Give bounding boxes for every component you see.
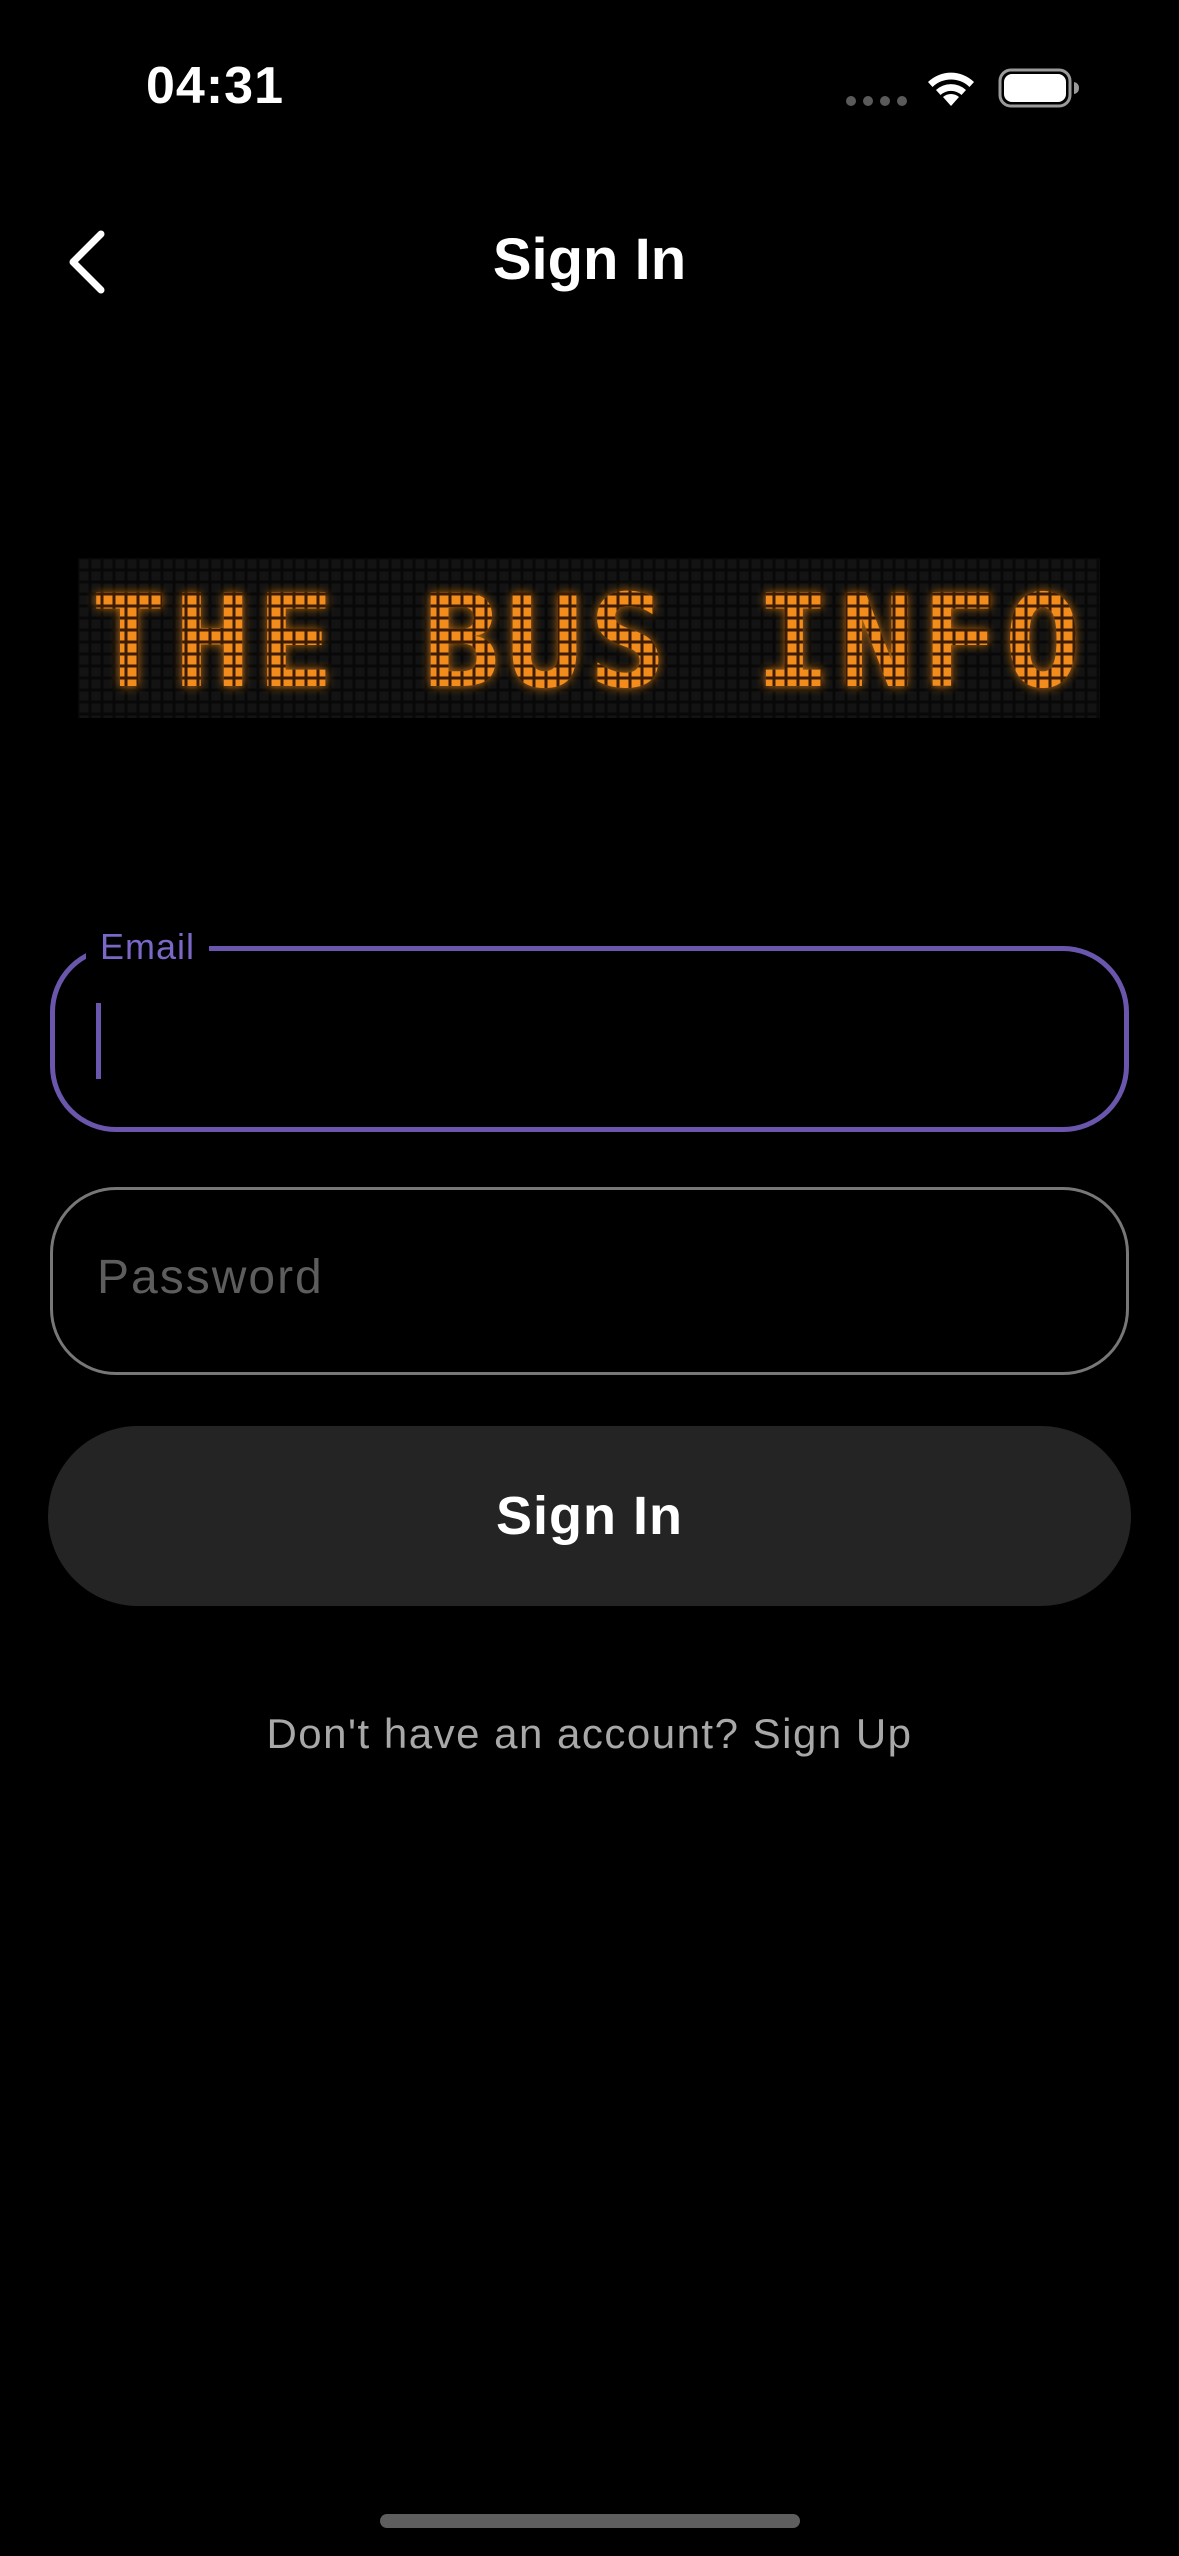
password-placeholder: Password [97, 1251, 324, 1304]
wifi-icon [928, 72, 974, 106]
status-bar: 04:31 [0, 0, 1179, 170]
page-title: Sign In [492, 227, 687, 292]
status-time: 04:31 [146, 57, 284, 115]
battery-icon [998, 68, 1079, 108]
sign-in-button[interactable]: Sign In [48, 1426, 1131, 1606]
sign-in-button-label: Sign In [496, 1486, 683, 1546]
email-field[interactable] [50, 946, 1129, 1132]
cellular-signal-icon [846, 96, 907, 106]
text-caret [96, 1003, 101, 1079]
email-label: Email [86, 926, 210, 968]
app-logo: THE BUS INFO [78, 558, 1100, 718]
logo-text: THE BUS INFO [91, 568, 1088, 717]
home-indicator[interactable] [380, 2514, 800, 2528]
sign-up-link[interactable]: Don't have an account? Sign Up [0, 1710, 1179, 1758]
